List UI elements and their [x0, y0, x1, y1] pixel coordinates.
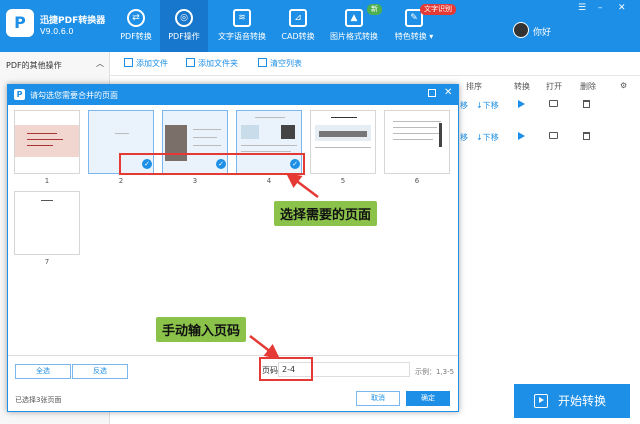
row1-open-icon[interactable] [549, 100, 558, 107]
page-input-highlight [259, 357, 313, 381]
nav-voice[interactable]: ≋ 文字语音转换 [212, 0, 272, 52]
dialog-divider [8, 355, 458, 356]
chevron-up-icon[interactable]: ︿ [96, 58, 104, 69]
page-number-5: 5 [340, 177, 346, 185]
page-number-2: 2 [118, 177, 124, 185]
start-convert-button[interactable]: 开始转换 [514, 384, 630, 418]
close-icon[interactable]: ✕ [618, 3, 626, 13]
ocr-badge: 文字识别 [420, 4, 456, 15]
page-thumb-5[interactable] [310, 110, 376, 174]
page-thumb-1[interactable] [14, 110, 80, 174]
user-name[interactable]: 你好 [533, 25, 551, 38]
page-thumb-7[interactable] [14, 191, 80, 255]
top-bar: P 迅捷PDF转换器 V9.0.6.0 ⇄ PDF转换 ◎ PDF操作 ≋ 文字… [0, 0, 640, 52]
pdf-operate-icon: ◎ [175, 9, 193, 27]
row1-move-down[interactable]: ↓下移 [476, 100, 499, 111]
add-folder-button[interactable]: 添加文件夹 [186, 58, 238, 69]
example-hint: 示例：1,3-5 [415, 368, 455, 376]
clear-icon [258, 58, 267, 67]
col-sort: 排序 [466, 82, 482, 91]
row2-delete-icon[interactable] [583, 132, 590, 140]
row1-sort-prefix: 移 [460, 101, 468, 110]
dialog-logo-icon: P [14, 89, 25, 100]
callout-select-pages: 选择需要的页面 [274, 201, 378, 226]
clear-list-button[interactable]: 清空列表 [258, 58, 302, 69]
row1-convert-icon[interactable] [518, 100, 525, 108]
callout-manual-input: 手动输入页码 [156, 317, 247, 342]
cad-icon: ⊿ [289, 9, 307, 27]
nav-cad[interactable]: ⊿ CAD转换 [276, 0, 320, 52]
voice-icon: ≋ [233, 9, 251, 27]
avatar[interactable] [513, 22, 529, 38]
dialog-title: 请勾选您需要合并的页面 [30, 91, 118, 100]
menu-icon[interactable]: ☰ [578, 3, 586, 13]
add-file-icon [124, 58, 133, 67]
page-number-3: 3 [192, 177, 198, 185]
selected-pages-highlight [119, 153, 305, 175]
page-number-1: 1 [44, 177, 50, 185]
pdf-convert-icon: ⇄ [127, 9, 145, 27]
col-open: 打开 [546, 82, 562, 91]
col-delete: 删除 [580, 82, 596, 91]
new-badge: 新 [367, 4, 382, 15]
maximize-icon[interactable] [428, 89, 436, 97]
toolbar: 添加文件 添加文件夹 清空列表 [110, 52, 640, 76]
col-more-icon[interactable]: ⚙ [620, 81, 627, 90]
dialog-close-icon[interactable]: ✕ [444, 87, 452, 98]
nav-pdf-operate[interactable]: ◎ PDF操作 [160, 0, 208, 52]
select-all-button[interactable]: 全选 [15, 364, 71, 379]
app-logo: P [6, 9, 34, 37]
add-file-button[interactable]: 添加文件 [124, 58, 168, 69]
selected-count: 已选择3张页面 [15, 396, 62, 404]
add-folder-icon [186, 58, 195, 67]
row2-open-icon[interactable] [549, 132, 558, 139]
image-icon: ▲ [345, 9, 363, 27]
cancel-button[interactable]: 取消 [356, 391, 400, 406]
page-number-7: 7 [44, 258, 50, 266]
sidebar-title: PDF的其他操作 [6, 61, 62, 70]
row2-convert-icon[interactable] [518, 132, 525, 140]
col-convert: 转换 [514, 82, 530, 91]
nav-pdf-convert[interactable]: ⇄ PDF转换 [112, 0, 160, 52]
row2-sort-prefix: 移 [460, 133, 468, 142]
minimize-icon[interactable]: – [598, 3, 603, 13]
row1-delete-icon[interactable] [583, 100, 590, 108]
app-version: V9.0.6.0 [40, 27, 74, 36]
row2-move-down[interactable]: ↓下移 [476, 132, 499, 143]
invert-selection-button[interactable]: 反选 [72, 364, 128, 379]
page-number-6: 6 [414, 177, 420, 185]
dialog-title-bar: P 请勾选您需要合并的页面 ✕ [8, 85, 458, 105]
play-icon [534, 394, 548, 408]
page-thumb-6[interactable] [384, 110, 450, 174]
app-name: 迅捷PDF转换器 [40, 16, 106, 26]
page-number-4: 4 [266, 177, 272, 185]
ok-button[interactable]: 确定 [406, 391, 450, 406]
